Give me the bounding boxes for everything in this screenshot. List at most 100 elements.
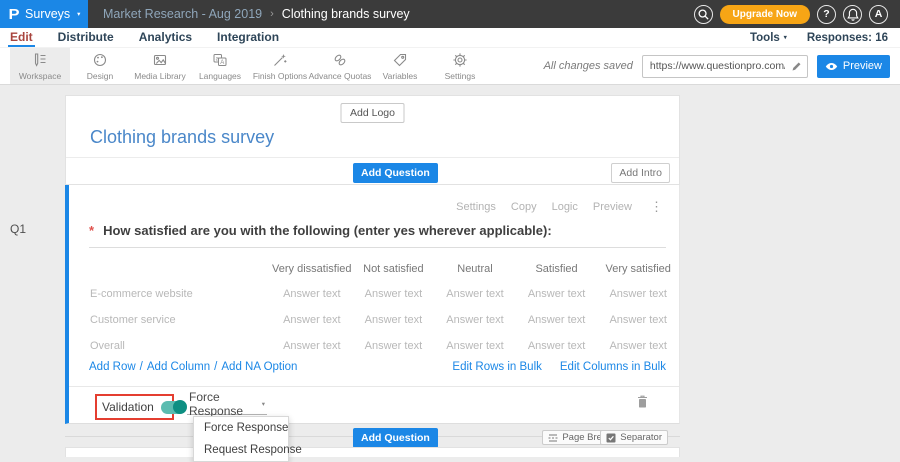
toolbar-item-design[interactable]: Design (70, 48, 130, 84)
toolbar-item-languages[interactable]: a A Languages (190, 48, 250, 84)
tab-edit[interactable]: Edit (8, 28, 35, 47)
matrix-answer-cell[interactable]: Answer text (516, 307, 598, 333)
matrix-column-header[interactable]: Neutral (434, 257, 516, 281)
matrix-row-label[interactable]: Overall (89, 333, 271, 359)
edit-rows-in-bulk-link[interactable]: Edit Rows in Bulk (452, 361, 541, 373)
checkbox-checked-icon (606, 433, 616, 443)
validation-toggle[interactable] (161, 401, 186, 414)
tab-integration[interactable]: Integration (215, 28, 281, 47)
add-question-button-top[interactable]: Add Question (353, 163, 438, 183)
survey-title[interactable]: Clothing brands survey (90, 127, 274, 148)
separator-label: Separator (620, 432, 662, 443)
add-na-option-link[interactable]: Add NA Option (221, 361, 297, 373)
menu-item-request-response[interactable]: Request Response (194, 439, 288, 461)
toolbar-item-settings[interactable]: Settings (430, 48, 490, 84)
matrix-answer-cell[interactable]: Answer text (434, 333, 516, 359)
question-preview-link[interactable]: Preview (593, 201, 632, 213)
variables-icon (392, 52, 408, 68)
search-icon (697, 8, 710, 21)
survey-url-input[interactable] (648, 59, 787, 73)
matrix-answer-cell[interactable]: Answer text (516, 333, 598, 359)
delete-question-button[interactable] (636, 394, 649, 414)
surveys-menu-label: Surveys (25, 7, 70, 21)
add-row-link[interactable]: Add Row (89, 361, 136, 373)
matrix-answer-cell[interactable]: Answer text (516, 281, 598, 307)
question-card: Settings Copy Logic Preview ⋮ * How sati… (65, 185, 680, 424)
question-mark-icon: ? (823, 8, 829, 20)
matrix-answer-cell[interactable]: Answer text (271, 281, 353, 307)
validation-label: Validation (102, 400, 154, 414)
edit-columns-in-bulk-link[interactable]: Edit Columns in Bulk (560, 361, 666, 373)
eye-icon (825, 61, 838, 72)
matrix-answer-cell[interactable]: Answer text (271, 307, 353, 333)
upgrade-now-button[interactable]: Upgrade Now (720, 5, 810, 24)
matrix-answer-cell[interactable]: Answer text (597, 281, 679, 307)
chevron-down-icon: ▾ (77, 10, 80, 18)
link-separator: / (214, 361, 217, 373)
matrix-answer-cell[interactable]: Answer text (597, 307, 679, 333)
toolbar-item-variables[interactable]: Variables (370, 48, 430, 84)
menu-item-force-response[interactable]: Force Response (194, 417, 288, 439)
help-button[interactable]: ? (817, 5, 836, 24)
survey-header-card: Add Logo Clothing brands survey Add Ques… (65, 95, 680, 185)
search-button[interactable] (694, 5, 713, 24)
toolbar-item-label: Advance Quotas (309, 71, 372, 81)
question-copy-link[interactable]: Copy (511, 201, 537, 213)
toolbar-item-label: Media Library (134, 71, 186, 81)
toolbar-item-media-library[interactable]: Media Library (130, 48, 190, 84)
tab-distribute[interactable]: Distribute (56, 28, 116, 47)
add-column-link[interactable]: Add Column (147, 361, 210, 373)
validation-highlight-box: Validation (95, 394, 174, 420)
divider (66, 157, 679, 158)
matrix-answer-cell[interactable]: Answer text (271, 333, 353, 359)
responses-count[interactable]: Responses: 16 (807, 32, 888, 44)
add-intro-button[interactable]: Add Intro (611, 163, 670, 183)
tab-analytics[interactable]: Analytics (137, 28, 194, 47)
matrix-answer-cell[interactable]: Answer text (353, 281, 435, 307)
validation-type-select[interactable]: Force Response ▾ (187, 393, 267, 415)
matrix-answer-cell[interactable]: Answer text (434, 281, 516, 307)
matrix-column-header[interactable]: Satisfied (516, 257, 598, 281)
matrix-row: E-commerce websiteAnswer textAnswer text… (89, 281, 679, 307)
matrix-column-header[interactable]: Very satisfied (597, 257, 679, 281)
add-logo-button[interactable]: Add Logo (340, 103, 405, 123)
matrix-answer-cell[interactable]: Answer text (434, 307, 516, 333)
question-actions: Settings Copy Logic Preview ⋮ (456, 201, 663, 213)
add-question-button-bottom[interactable]: Add Question (353, 428, 438, 448)
matrix-row-label[interactable]: Customer service (89, 307, 271, 333)
breadcrumb-folder[interactable]: Market Research - Aug 2019 (103, 7, 262, 21)
matrix-answer-cell[interactable]: Answer text (353, 307, 435, 333)
account-button[interactable]: A (869, 5, 888, 24)
survey-url-field[interactable] (642, 55, 808, 78)
question-number-label: Q1 (10, 222, 26, 236)
toolbar-item-finish-options[interactable]: Finish Options (250, 48, 310, 84)
question-logic-link[interactable]: Logic (552, 201, 578, 213)
matrix-column-header[interactable]: Not satisfied (353, 257, 435, 281)
link-separator: / (140, 361, 143, 373)
toolbar-item-workspace[interactable]: Workspace (10, 48, 70, 84)
nav-bar: Edit Distribute Analytics Integration To… (0, 28, 900, 48)
surveys-menu[interactable]: P Surveys ▾ (0, 0, 88, 28)
toolbar-item-label: Finish Options (253, 71, 307, 81)
matrix-bulk-links: Edit Rows in Bulk Edit Columns in Bulk (452, 361, 666, 373)
top-bar: P Surveys ▾ Market Research - Aug 2019 ›… (0, 0, 900, 28)
tools-menu[interactable]: Tools ▾ (750, 32, 787, 44)
notifications-button[interactable] (843, 5, 862, 24)
matrix-answer-cell[interactable]: Answer text (597, 333, 679, 359)
avatar: A (875, 8, 883, 20)
toolbar-item-advance-quotas[interactable]: Advance Quotas (310, 48, 370, 84)
matrix-answer-cell[interactable]: Answer text (353, 333, 435, 359)
bell-icon (847, 8, 859, 21)
question-settings-link[interactable]: Settings (456, 201, 496, 213)
edit-pencil-icon[interactable] (791, 61, 802, 72)
preview-button[interactable]: Preview (817, 55, 890, 78)
breadcrumb-separator-icon: › (270, 8, 274, 20)
matrix-row-label[interactable]: E-commerce website (89, 281, 271, 307)
question-text[interactable]: How satisfied are you with the following… (103, 223, 552, 239)
question-text-row: * How satisfied are you with the followi… (89, 223, 666, 248)
matrix-add-links: Add Row / Add Column / Add NA Option (89, 361, 297, 373)
more-options-icon[interactable]: ⋮ (650, 202, 663, 212)
separator-button[interactable]: Separator (600, 430, 668, 445)
matrix-column-header[interactable]: Very dissatisfied (271, 257, 353, 281)
toolbar-item-label: Settings (445, 71, 476, 81)
